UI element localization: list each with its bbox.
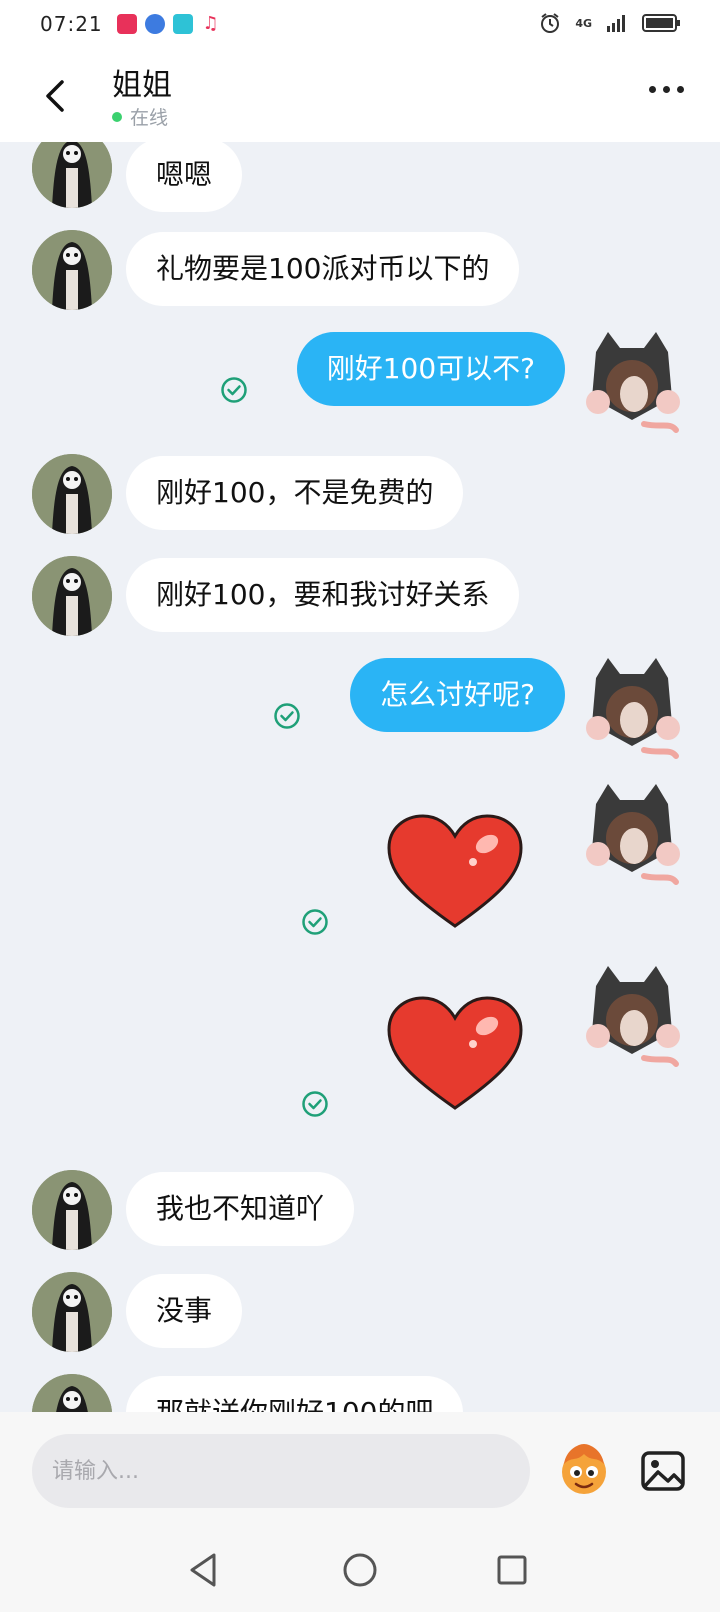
status-app-icons: ♫ [116,13,221,34]
nav-home-icon[interactable] [342,1552,378,1588]
composer-bar [0,1412,720,1530]
contact-avatar-image [32,1272,112,1352]
system-nav-bar [0,1530,720,1612]
message-bubble[interactable]: 我也不知道吖 [126,1172,355,1246]
message-input[interactable] [32,1434,530,1508]
read-check-icon [221,377,247,403]
contact-avatar-image [32,1170,112,1250]
message-bubble[interactable]: 没事 [126,1274,243,1348]
contact-avatar[interactable] [32,454,112,534]
status-time: 07:21 [40,12,103,36]
more-dot [677,86,684,93]
signal-icon [607,15,625,32]
own-avatar[interactable] [584,780,680,885]
message-list[interactable]: 嗯嗯 礼物要是100派对币以下的 刚好100可以不? 刚好100，不是免费的 刚… [0,142,720,1412]
contact-avatar[interactable] [32,142,112,208]
video-app-icon [116,14,137,34]
message-bubble[interactable]: 嗯嗯 [126,142,243,212]
own-avatar-image [586,966,680,1067]
nav-recents-icon[interactable] [496,1554,528,1586]
nav-back-icon[interactable] [188,1552,218,1588]
back-arrow-icon[interactable] [36,76,76,116]
image-picker-icon[interactable] [640,1448,686,1494]
contact-name: 姐姐 [112,68,172,103]
own-avatar-image [586,784,680,885]
message-bubble[interactable]: 刚好100，要和我讨好关系 [126,558,520,632]
own-avatar-image [586,658,680,759]
message-bubble[interactable]: 那就送你刚好100的吧 [126,1376,464,1412]
contact-avatar-image [32,556,112,636]
online-status-label: 在线 [130,107,169,129]
contact-avatar-image [32,1374,112,1412]
chat-header: 姐姐 在线 [0,48,720,142]
own-avatar[interactable] [584,654,680,759]
contact-avatar[interactable] [32,1272,112,1352]
more-dot [663,86,670,93]
contact-avatar-image [32,454,112,534]
message-bubble-own[interactable]: 怎么讨好呢? [350,658,565,732]
more-dot [649,86,656,93]
status-bar: 07:21 ♫ 4G [0,0,720,48]
heart-sticker[interactable] [385,814,525,934]
own-avatar[interactable] [584,328,680,433]
music-app-icon: ♫ [200,13,221,34]
network-type-label: 4G [575,16,592,30]
read-check-icon [274,703,300,729]
contact-avatar[interactable] [32,230,112,310]
contact-avatar[interactable] [32,1374,112,1412]
own-avatar[interactable] [584,962,680,1067]
battery-icon [642,14,680,32]
contact-avatar[interactable] [32,556,112,636]
contact-avatar-image [32,142,112,208]
online-status: 在线 [112,103,168,130]
reader-app-icon [172,14,193,34]
read-check-icon [302,909,328,935]
contact-avatar-image [32,230,112,310]
contact-avatar[interactable] [32,1170,112,1250]
heart-sticker[interactable] [385,996,525,1116]
message-bubble-own[interactable]: 刚好100可以不? [296,332,565,406]
more-options-button[interactable] [649,86,684,93]
browser-app-icon [144,14,165,34]
read-check-icon [302,1091,328,1117]
alarm-icon [541,13,560,33]
message-bubble[interactable]: 礼物要是100派对币以下的 [126,232,520,306]
emoji-sticker-icon[interactable] [556,1442,612,1498]
online-dot-icon [112,111,122,122]
own-avatar-image [586,332,680,433]
message-bubble[interactable]: 刚好100，不是免费的 [126,456,464,530]
